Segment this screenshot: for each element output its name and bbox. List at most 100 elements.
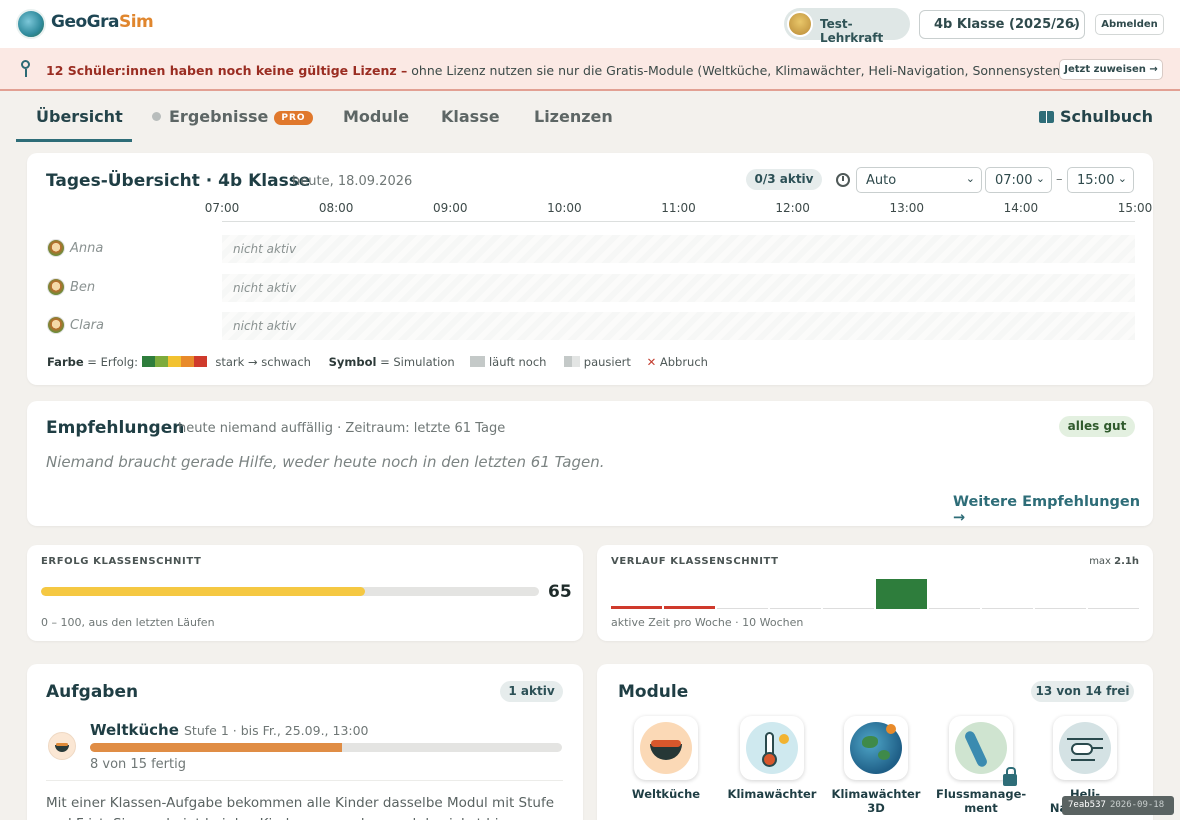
chevron-down-icon: ⌄ <box>965 172 975 185</box>
module-weltkueche[interactable]: Weltküche <box>621 716 711 801</box>
module-flussmanagement[interactable]: Flussmanage-ment <box>936 716 1026 815</box>
divider <box>46 780 563 781</box>
globe-icon <box>850 722 902 774</box>
color-scale-swatch <box>180 356 194 367</box>
class-success-value: 65 <box>548 582 572 602</box>
tasks-card: Aufgaben 1 aktiv Weltküche Stufe 1 · bis… <box>27 664 583 820</box>
task-progress-bar <box>90 743 562 752</box>
lock-icon <box>1003 767 1017 786</box>
time-mode-select[interactable]: Auto ⌄ <box>856 167 982 193</box>
color-scale-swatch <box>193 356 207 367</box>
end-time-select[interactable]: 15:00 ⌄ <box>1067 167 1134 193</box>
timeline-tick-label: 14:00 <box>1003 201 1039 215</box>
recommendations-subtitle: heute niemand auffällig · Zeitraum: letz… <box>178 421 506 436</box>
tab-class[interactable]: Klasse <box>441 107 500 126</box>
weekly-trend-chart <box>611 573 1139 609</box>
class-select[interactable]: 4b Klasse (2025/26) ⌄ <box>919 10 1085 39</box>
river-icon <box>955 722 1007 774</box>
modules-free-badge: 13 von 14 frei <box>1031 681 1134 702</box>
time-range-dash: – <box>1056 172 1063 187</box>
trend-max: max 2.1h <box>1089 556 1139 567</box>
student-name[interactable]: Ben <box>47 278 95 296</box>
soup-bowl-icon <box>640 722 692 774</box>
trend-bar <box>929 608 980 609</box>
recommendations-card: Empfehlungen heute niemand auffällig · Z… <box>27 401 1153 526</box>
class-success-title: ERFOLG KLASSENSCHNITT <box>41 556 202 567</box>
student-avatar <box>47 278 65 296</box>
modules-title: Module <box>618 682 689 702</box>
thermometer-sun-icon <box>746 722 798 774</box>
color-scale-swatch <box>141 356 155 367</box>
paused-symbol-icon <box>564 356 581 367</box>
chevron-down-icon: ⌄ <box>1117 172 1127 185</box>
status-badge: alles gut <box>1059 416 1135 437</box>
student-avatar <box>47 239 65 257</box>
start-time-select[interactable]: 07:00 ⌄ <box>985 167 1052 193</box>
success-color-scale <box>141 355 207 369</box>
tasks-info-text: Mit einer Klassen-Aufgabe bekommen alle … <box>46 795 555 820</box>
pro-badge: PRO <box>274 111 313 125</box>
tab-modules[interactable]: Module <box>343 107 409 126</box>
recommendations-text: Niemand braucht gerade Hilfe, weder heut… <box>46 453 605 471</box>
tab-results[interactable]: Ergebnisse PRO <box>152 107 313 126</box>
task-item[interactable]: Weltküche Stufe 1 · bis Fr., 25.09., 13:… <box>90 720 369 739</box>
assign-now-button[interactable]: Jetzt zuweisen → <box>1059 59 1163 80</box>
color-scale-swatch <box>167 356 181 367</box>
task-progress-text: 8 von 15 fertig <box>90 757 186 772</box>
globe-logo-icon <box>16 9 46 39</box>
tasks-active-badge: 1 aktiv <box>500 681 563 702</box>
timeline-tick-label: 12:00 <box>775 201 810 215</box>
license-warning-banner: 12 Schüler:innen haben noch keine gültig… <box>0 48 1180 91</box>
chevron-down-icon: ⌄ <box>1035 172 1045 185</box>
trend-bar <box>611 606 662 609</box>
user-name: Test-Lehrkraft <box>820 17 884 45</box>
timeline-tick-label: 08:00 <box>318 201 354 215</box>
timeline-tick-label: 09:00 <box>432 201 468 215</box>
class-success-bar-fill <box>41 587 365 596</box>
trend-bar <box>717 608 768 609</box>
tab-licenses[interactable]: Lizenzen <box>534 107 613 126</box>
more-recommendations-link[interactable]: Weitere Empfehlungen → <box>953 494 1153 526</box>
tasks-title: Aufgaben <box>46 682 139 702</box>
build-version-badge: 7eab537 2026-09-18 <box>1062 796 1174 815</box>
schoolbook-link[interactable]: Schulbuch <box>1039 107 1153 126</box>
clock-icon <box>836 173 850 187</box>
running-symbol-icon <box>470 356 486 367</box>
class-success-caption: 0 – 100, aus den letzten Läufen <box>41 616 215 629</box>
module-tile <box>740 716 804 780</box>
main-tabs: Übersicht Ergebnisse PRO Module Klasse Li… <box>0 92 1180 142</box>
trend-bar <box>1088 608 1139 609</box>
class-select-value: 4b Klasse (2025/26) <box>934 17 1080 32</box>
tab-overview[interactable]: Übersicht <box>36 107 123 126</box>
trend-bar <box>876 579 927 609</box>
student-timeline-row: nicht aktiv <box>222 312 1135 340</box>
trend-bar <box>823 608 874 609</box>
student-name[interactable]: Anna <box>47 239 103 257</box>
daily-overview-title: Tages-Übersicht · 4b Klasse <box>46 171 311 191</box>
daily-overview-card: Tages-Übersicht · 4b Klasse heute, 18.09… <box>27 153 1153 385</box>
student-timeline-row: nicht aktiv <box>222 235 1135 263</box>
logout-button[interactable]: Abmelden <box>1095 14 1164 35</box>
active-tab-indicator <box>16 139 132 142</box>
book-icon <box>1039 111 1054 123</box>
chevron-down-icon: ⌄ <box>1067 16 1078 30</box>
module-klimawaechter-3d[interactable]: Klimawächter 3D <box>831 716 921 815</box>
abort-symbol-icon: ✕ <box>646 355 657 369</box>
trend-bar <box>1035 608 1086 609</box>
pin-icon <box>21 60 30 77</box>
class-trend-card: VERLAUF KLASSENSCHNITT max 2.1h aktive Z… <box>597 545 1153 641</box>
user-profile-button[interactable]: Test-Lehrkraft <box>784 8 910 45</box>
avatar <box>787 11 813 37</box>
module-tile <box>1053 716 1117 780</box>
trend-bar <box>982 608 1033 609</box>
color-scale-swatch <box>154 356 168 367</box>
timeline-tick-label: 11:00 <box>661 201 696 215</box>
module-klimawaechter[interactable]: Klimawächter <box>727 716 817 801</box>
app-logo[interactable]: GeoGraSim <box>51 12 154 32</box>
student-timeline-row: nicht aktiv <box>222 274 1135 302</box>
bowl-icon <box>48 732 76 760</box>
module-tile <box>634 716 698 780</box>
timeline-legend: Farbe = Erfolg: stark → schwach Symbol =… <box>47 355 708 369</box>
timeline-tick-label: 15:00 <box>1117 201 1153 215</box>
student-name[interactable]: Clara <box>47 316 104 334</box>
